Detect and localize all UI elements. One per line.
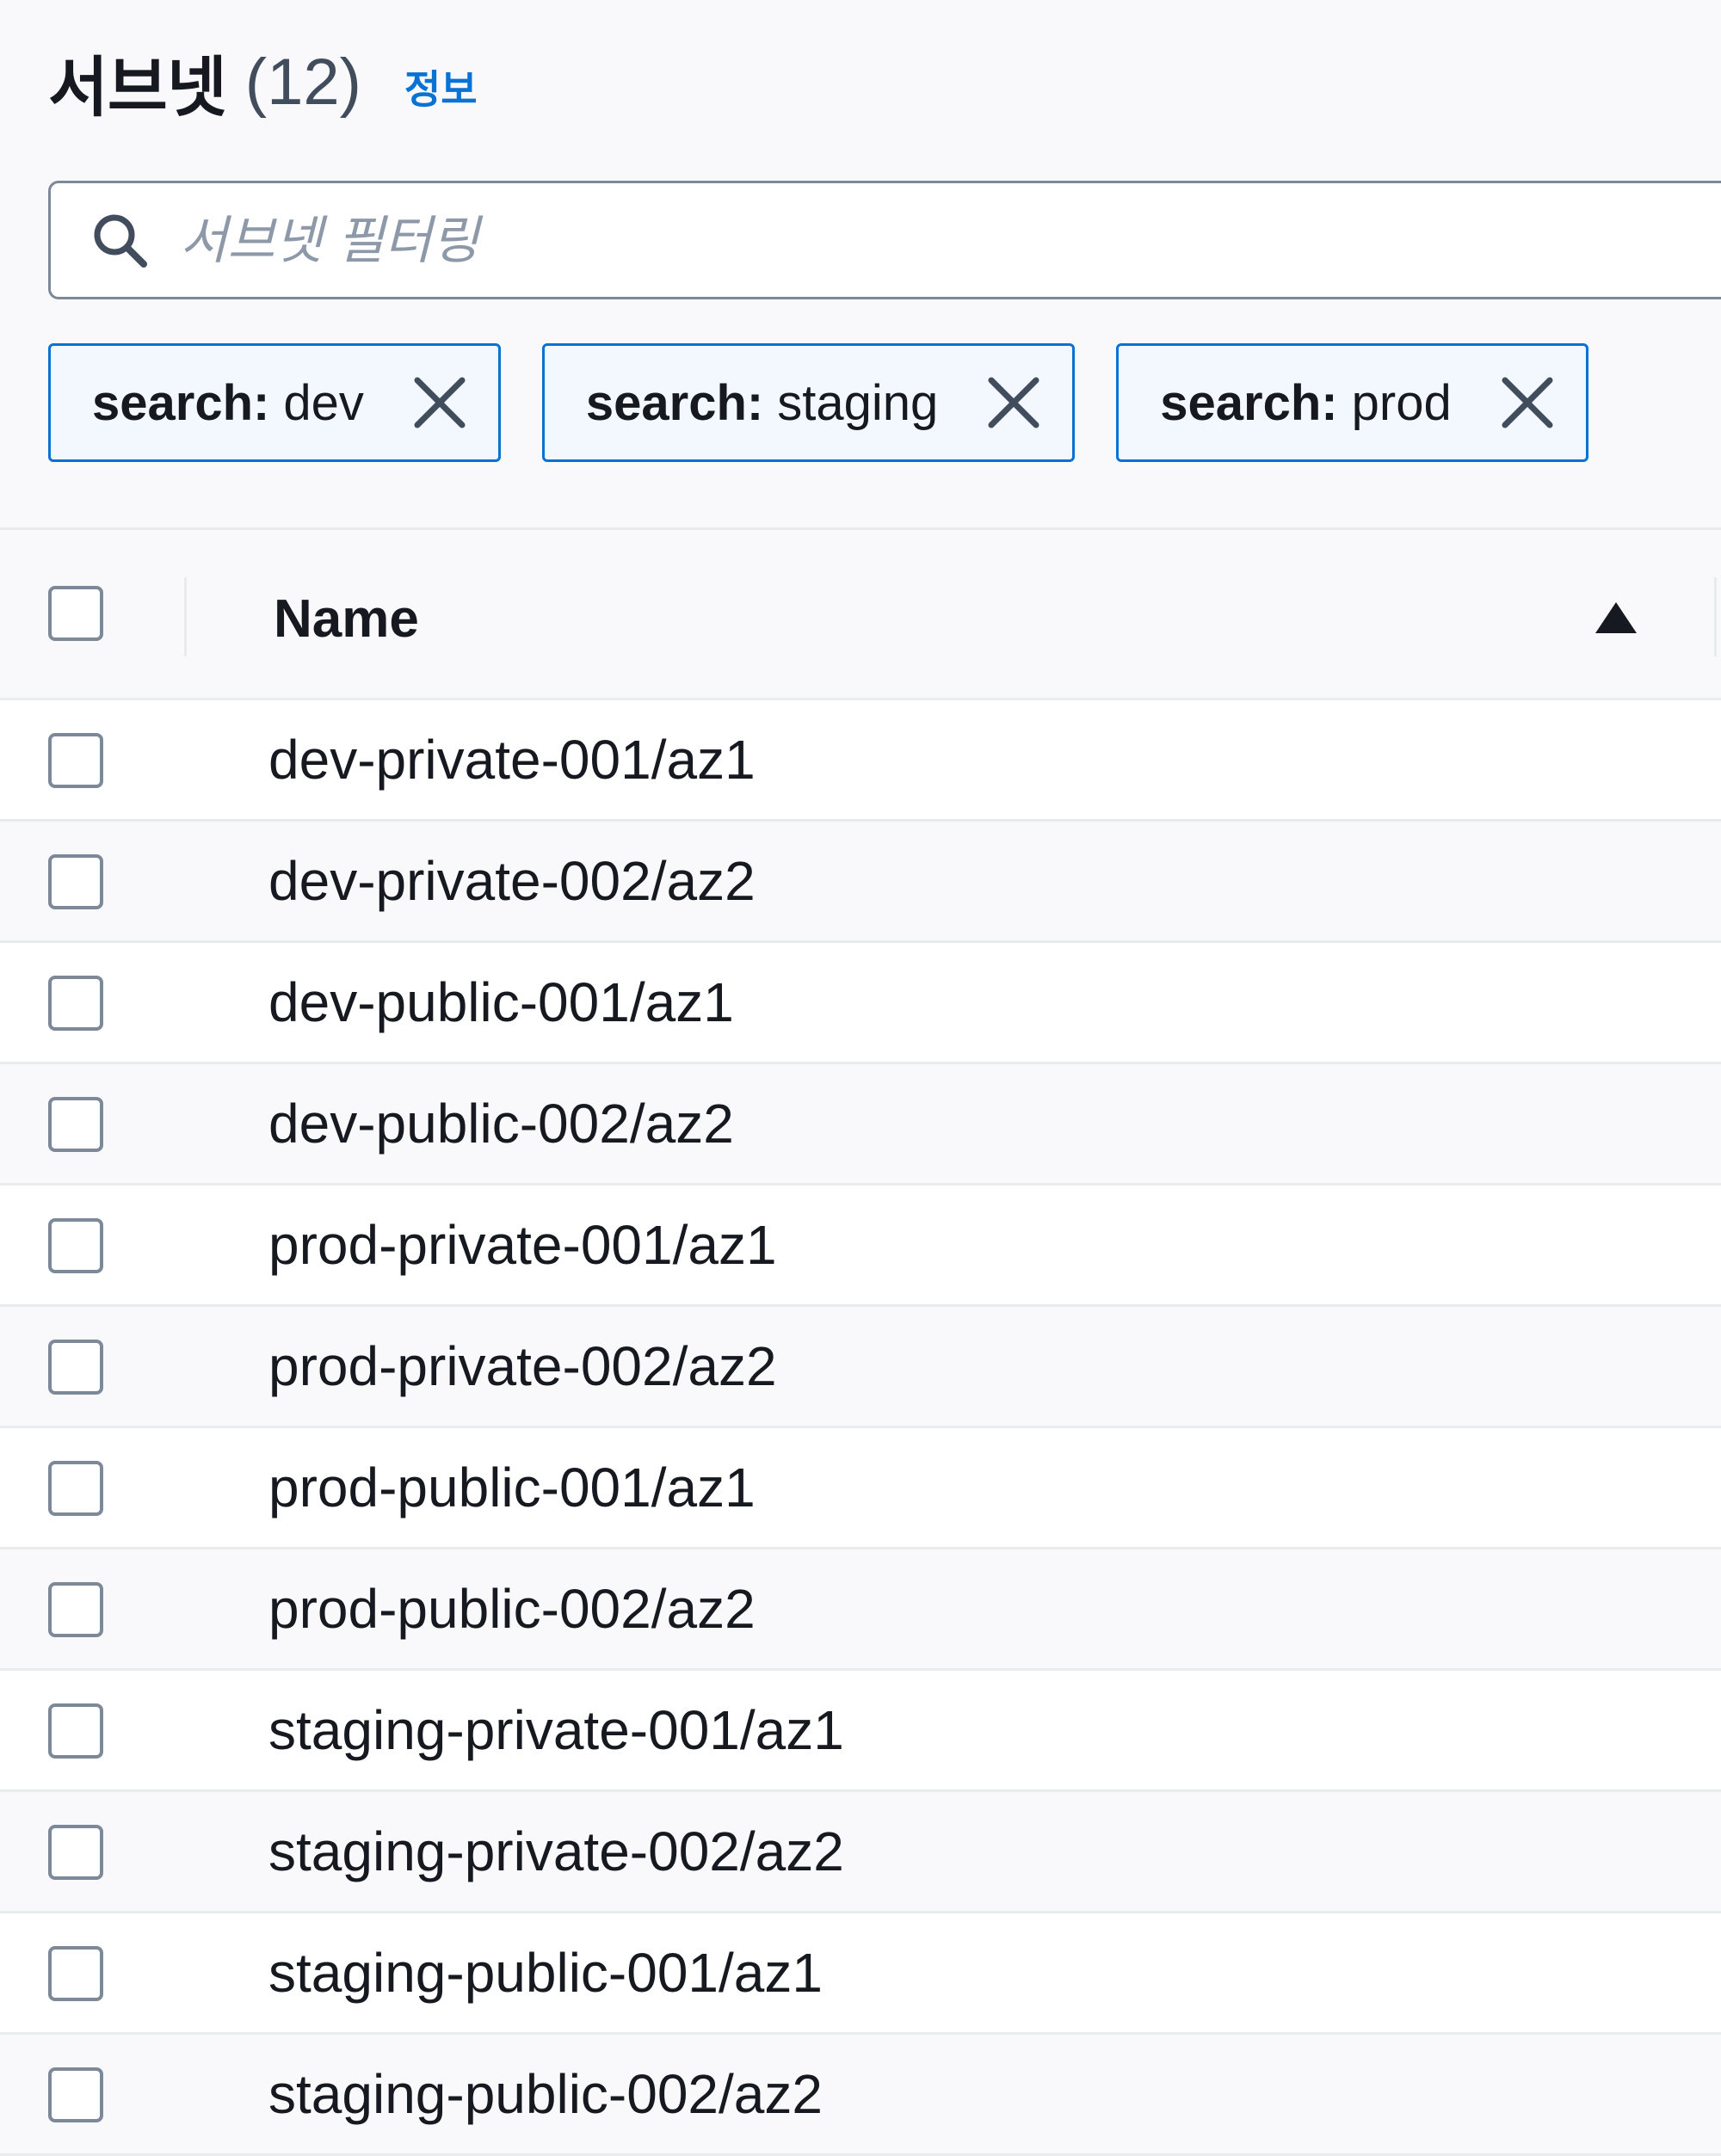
table-row: staging-public-001/az1 [0,1913,1721,2035]
subnet-name: staging-public-001/az1 [268,1942,823,2004]
row-checkbox[interactable] [48,1218,103,1273]
close-icon[interactable] [1500,375,1555,430]
table-row: prod-private-001/az1 [0,1186,1721,1307]
search-input[interactable] [180,210,1212,270]
column-divider[interactable] [1714,577,1717,656]
close-icon[interactable] [412,375,467,430]
token-key: search [92,374,254,431]
row-checkbox[interactable] [48,976,103,1031]
subnet-count: (12) [244,45,361,119]
subnet-name: prod-private-001/az1 [268,1214,777,1276]
filter-token-staging: search: staging [541,343,1076,462]
token-separator: : [1321,374,1338,431]
row-checkbox[interactable] [48,1703,103,1759]
table-row: staging-private-001/az1 [0,1671,1721,1792]
token-value: staging [777,374,939,431]
subnet-name: prod-public-001/az1 [268,1457,756,1518]
filter-search-box[interactable] [48,181,1721,299]
column-header-name[interactable]: Name [274,588,419,650]
subnet-name: prod-public-002/az2 [268,1578,756,1640]
subnets-table: Name dev-private-001/az1 dev-private-002… [0,527,1721,2156]
caret-up-filled-icon[interactable] [1594,601,1638,639]
table-row: staging-private-002/az2 [0,1792,1721,1913]
select-all-checkbox[interactable] [48,586,103,641]
token-value: prod [1351,374,1452,431]
subnet-name: staging-private-001/az1 [268,1699,844,1761]
table-row: prod-private-002/az2 [0,1307,1721,1428]
table-row: prod-public-002/az2 [0,1549,1721,1671]
table-row: staging-public-002/az2 [0,2035,1721,2156]
row-checkbox[interactable] [48,1582,103,1637]
token-value: dev [283,374,364,431]
close-icon[interactable] [986,375,1041,430]
row-checkbox[interactable] [48,1461,103,1516]
subnet-name: dev-public-002/az2 [268,1093,734,1155]
token-key: search [585,374,747,431]
table-header: Name [0,530,1721,700]
filter-token-prod: search: prod [1116,343,1588,462]
search-icon [89,209,157,271]
row-checkbox[interactable] [48,1097,103,1152]
table-body: dev-private-001/az1 dev-private-002/az2 … [0,700,1721,2156]
page-title: 서브넷 [48,52,227,125]
filter-token-dev: search: dev [48,343,501,462]
token-separator: : [253,374,270,431]
subnet-name: dev-public-001/az1 [268,971,734,1033]
row-checkbox[interactable] [48,1946,103,2001]
table-row: dev-public-001/az1 [0,943,1721,1064]
subnet-name: dev-private-001/az1 [268,729,756,791]
column-divider [184,577,187,656]
table-row: dev-private-001/az1 [0,700,1721,822]
table-row: dev-private-002/az2 [0,822,1721,943]
row-checkbox[interactable] [48,1825,103,1880]
subnet-name: dev-private-002/az2 [268,850,756,912]
token-key: search [1160,374,1322,431]
filter-tokens: search: dev search: staging search: prod [48,343,1588,462]
row-checkbox[interactable] [48,733,103,788]
subnet-name: staging-public-002/az2 [268,2063,823,2125]
row-checkbox[interactable] [48,2067,103,2122]
page-header: 서브넷 (12) 정보 [48,34,478,129]
token-separator: : [746,374,764,431]
table-row: dev-public-002/az2 [0,1064,1721,1186]
row-checkbox[interactable] [48,1340,103,1395]
subnet-name: staging-private-002/az2 [268,1820,844,1882]
table-row: prod-public-001/az1 [0,1428,1721,1549]
subnet-name: prod-private-002/az2 [268,1335,777,1397]
info-link[interactable]: 정보 [404,48,478,115]
row-checkbox[interactable] [48,854,103,909]
